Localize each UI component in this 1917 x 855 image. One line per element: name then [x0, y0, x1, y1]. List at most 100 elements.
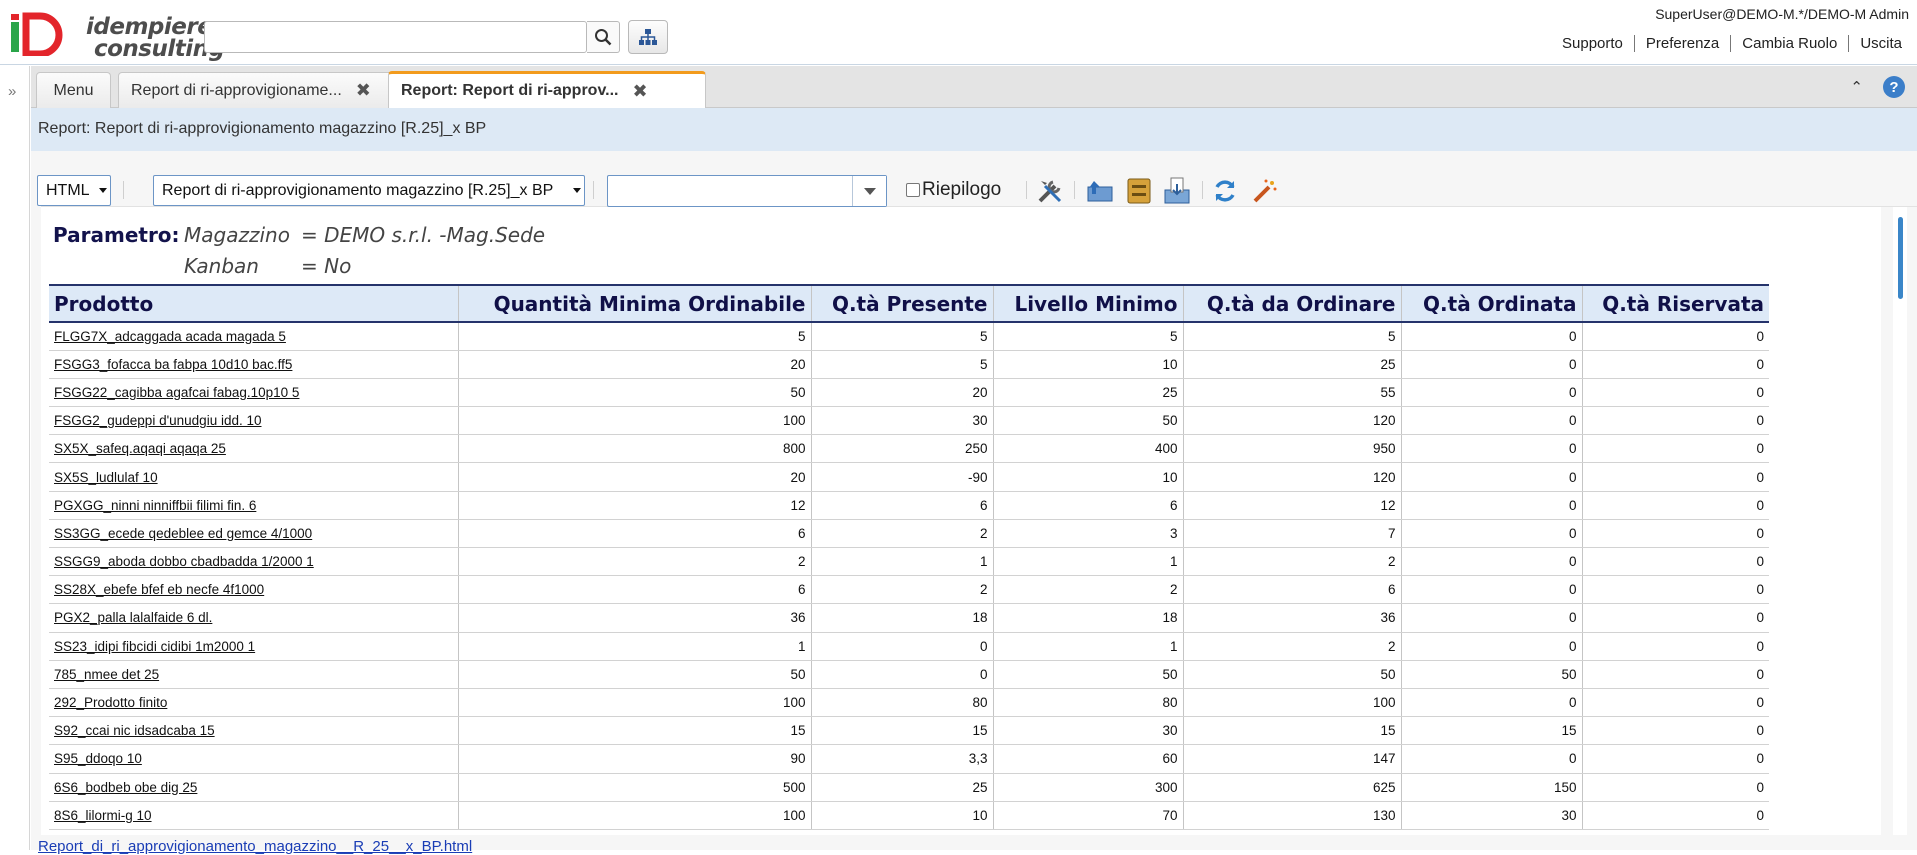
combo-dropdown-button[interactable] — [852, 176, 886, 206]
product-link[interactable]: SSGG9_aboda dobbo cbadbadda 1/2000 1 — [54, 554, 314, 569]
refresh-button[interactable] — [1209, 175, 1241, 207]
table-row: SSGG9_aboda dobbo cbadbadda 1/2000 12112… — [49, 547, 1769, 577]
qty-cell: 5 — [992, 322, 1183, 351]
table-row: S92_ccai nic idsadcaba 15 15 15 30 15 15 0 — [49, 716, 1769, 746]
table-header-row: Prodotto Quantità Minima Ordinabile Q.tà… — [49, 284, 1769, 323]
qty-cell: 0 — [1581, 406, 1769, 436]
logo[interactable]: idempiere consulting — [8, 10, 225, 62]
report-view-combobox[interactable] — [607, 175, 887, 207]
product-link[interactable]: SS28X_ebefe bfef eb necfe 4f1000 — [54, 582, 264, 597]
report-content[interactable]: Parametro: Magazzino = DEMO s.r.l. -Mag.… — [41, 207, 1881, 835]
table-row: SS3GG_ecede qedeblee ed gemce 4/1000 6 2 3 7… — [49, 519, 1769, 549]
qty-cell: 0 — [1400, 350, 1582, 379]
send-mail-button[interactable] — [1084, 175, 1116, 207]
product-link[interactable]: FLGG7X_adcaggada acada magada 5 — [54, 329, 286, 344]
menu-tree-button[interactable] — [628, 20, 668, 54]
qty-cell: 100 — [457, 406, 811, 436]
global-search-input[interactable] — [204, 21, 587, 53]
qty-cell: 0 — [1400, 632, 1582, 661]
window-title: Report: Report di ri-approvigionamento m… — [38, 120, 487, 137]
qty-cell: 0 — [1581, 603, 1769, 633]
logout-link[interactable]: Uscita — [1848, 35, 1913, 52]
product-link[interactable]: FSGG2_gudeppi d'unudgiu idd. 10 — [54, 413, 261, 428]
qty-cell: 10 — [992, 350, 1183, 379]
col-header-qty-reserved[interactable]: Q.tà Riservata — [1581, 284, 1769, 323]
col-header-qty-to-order[interactable]: Q.tà da Ordinare — [1182, 284, 1401, 323]
product-link[interactable]: 6S6_bodbeb obe dig 25 — [54, 780, 197, 795]
qty-cell: 150 — [1400, 773, 1582, 802]
preferences-link[interactable]: Preferenza — [1633, 35, 1730, 52]
col-header-qty-ordered[interactable]: Q.tà Ordinata — [1400, 284, 1582, 323]
product-link[interactable]: PGX2_palla lalalfaide 6 dl. — [54, 610, 212, 625]
qty-cell: 0 — [1581, 660, 1769, 689]
qty-cell: 100 — [457, 688, 811, 718]
product-link[interactable]: SX5S_ludlulaf 10 — [54, 470, 158, 485]
window-title-bar: Report: Report di ri-approvigionamento m… — [31, 108, 1917, 151]
product-link[interactable]: PGXGG_ninni ninniffbii filimi fin. 6 — [54, 498, 256, 513]
col-header-qty-on-hand[interactable]: Q.tà Presente — [810, 284, 993, 323]
archive-button[interactable] — [1123, 175, 1155, 207]
product-cell: FLGG7X_adcaggada acada magada 5 — [49, 322, 458, 351]
col-header-min-level[interactable]: Livello Minimo — [992, 284, 1183, 323]
table-row: FSGG2_gudeppi d'unudgiu idd. 10 100 30 50 12… — [49, 406, 1769, 436]
tab-report-viewer[interactable]: Report: Report di ri-approv... ✖ — [388, 71, 706, 108]
tab-report-process[interactable]: Report di ri-approvigioname... ✖ — [118, 72, 420, 108]
qty-cell: 0 — [1581, 688, 1769, 718]
product-cell: SX5S_ludlulaf 10 — [49, 462, 458, 492]
search-button[interactable] — [587, 21, 620, 53]
scrollbar-thumb[interactable] — [1898, 217, 1903, 299]
product-link[interactable]: S92_ccai nic idsadcaba 15 — [54, 723, 215, 738]
product-link[interactable]: SX5X_safeq.aqaqi aqaqa 25 — [54, 441, 226, 456]
expand-west-icon[interactable]: » — [8, 83, 16, 100]
logo-mark-icon — [11, 12, 63, 56]
qty-cell: 100 — [1182, 688, 1401, 718]
print-format-select[interactable]: Report di ri-approvigionamento magazzino… — [153, 175, 585, 206]
output-format-select[interactable]: HTML — [37, 175, 111, 206]
qty-cell: 6 — [457, 575, 811, 605]
col-header-product[interactable]: Prodotto — [49, 284, 458, 323]
param-value-warehouse: = DEMO s.r.l. -Mag.Sede — [301, 222, 546, 247]
tools-icon — [1038, 180, 1062, 203]
product-link[interactable]: FSGG3_fofacca ba fabpa 10d10 bac.ff5 — [54, 357, 292, 372]
qty-cell: 0 — [1581, 575, 1769, 605]
col-header-min-order-qty[interactable]: Quantità Minima Ordinabile — [457, 284, 811, 323]
summary-checkbox[interactable]: Riepilogo — [906, 179, 1001, 201]
logo-text: idempiere consulting — [86, 16, 225, 61]
product-link[interactable]: 785_nmee det 25 — [54, 667, 159, 682]
product-link[interactable]: FSGG22_cagibba agafcai fabag.10p10 5 — [54, 385, 299, 400]
product-link[interactable]: SS3GG_ecede qedeblee ed gemce 4/1000 — [54, 526, 312, 541]
collapse-header-icon[interactable]: ⌃ — [1850, 78, 1863, 96]
table-row: FLGG7X_adcaggada acada magada 5555500 — [49, 322, 1769, 351]
product-cell: SX5X_safeq.aqaqi aqaqa 25 — [49, 434, 458, 464]
support-link[interactable]: Supporto — [1551, 35, 1634, 52]
help-icon[interactable]: ? — [1883, 76, 1905, 98]
qty-cell: 50 — [992, 406, 1183, 436]
qty-cell: 12 — [1182, 491, 1401, 520]
wizard-button[interactable] — [1249, 175, 1281, 207]
qty-cell: 0 — [1581, 434, 1769, 464]
change-role-link[interactable]: Cambia Ruolo — [1730, 35, 1848, 52]
report-file-link[interactable]: Report_di_ri_approvigionamento_magazzino… — [38, 838, 472, 855]
product-cell: 8S6_lilormi-g 10 — [49, 801, 458, 830]
close-tab-icon[interactable]: ✖ — [632, 81, 647, 102]
tab-bar: Menu Report di ri-approvigioname... ✖ Re… — [31, 66, 1917, 108]
export-button[interactable] — [1161, 175, 1193, 207]
product-link[interactable]: 292_Prodotto finito — [54, 695, 167, 710]
qty-cell: 0 — [1581, 491, 1769, 520]
qty-cell: 50 — [1400, 660, 1582, 689]
qty-cell: 1 — [992, 632, 1183, 661]
tab-menu[interactable]: Menu — [36, 72, 111, 108]
qty-cell: 30 — [992, 716, 1183, 746]
customize-button[interactable] — [1034, 175, 1066, 207]
toolbar-separator — [123, 181, 124, 199]
product-link[interactable]: 8S6_lilormi-g 10 — [54, 808, 152, 823]
vertical-scrollbar[interactable] — [1893, 207, 1907, 835]
product-link[interactable]: SS23_idipi fibcidi cidibi 1m2000 1 — [54, 639, 255, 654]
product-link[interactable]: S95_ddoqo 10 — [54, 751, 142, 766]
chevron-down-icon — [99, 188, 107, 193]
qty-cell: 55 — [1182, 378, 1401, 408]
west-panel-collapsed: » — [0, 66, 30, 850]
close-tab-icon[interactable]: ✖ — [356, 80, 371, 101]
checkbox-icon[interactable] — [906, 183, 920, 197]
qty-cell: 0 — [1400, 603, 1582, 633]
